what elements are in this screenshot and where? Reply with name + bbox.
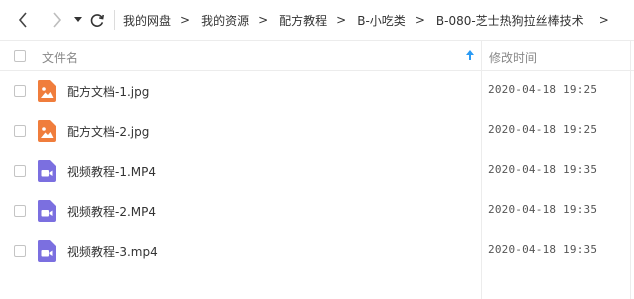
column-header-modified-time[interactable]: 修改时间 [489, 49, 537, 66]
forward-button[interactable] [48, 8, 66, 32]
file-row[interactable]: 配方文档-1.jpg 2020-04-18 19:25 [0, 71, 634, 111]
file-row[interactable]: 视频教程-3.mp4 2020-04-18 19:35 [0, 231, 634, 271]
file-list: 配方文档-1.jpg 2020-04-18 19:25 配方文档-2.jpg 2… [0, 71, 634, 299]
navigation-bar: 我的网盘 > 我的资源 > 配方教程 > B-小吃类 > B-080-芝士热狗拉… [0, 0, 634, 40]
breadcrumb-separator: > [258, 13, 269, 27]
sort-ascending-icon[interactable] [465, 49, 475, 61]
breadcrumb-separator: > [336, 13, 347, 27]
file-modified-time: 2020-04-18 19:35 [488, 203, 598, 216]
file-modified-time: 2020-04-18 19:25 [488, 83, 598, 96]
file-modified-time: 2020-04-18 19:35 [488, 163, 598, 176]
select-all-checkbox[interactable] [14, 50, 26, 62]
file-row[interactable]: 配方文档-2.jpg 2020-04-18 19:25 [0, 111, 634, 151]
file-row[interactable]: 视频教程-1.MP4 2020-04-18 19:35 [0, 151, 634, 191]
history-dropdown-button[interactable] [72, 8, 84, 32]
row-checkbox[interactable] [14, 165, 26, 177]
chevron-right-icon [53, 12, 62, 28]
column-divider[interactable] [481, 41, 482, 71]
breadcrumb: 我的网盘 > 我的资源 > 配方教程 > B-小吃类 > B-080-芝士热狗拉… [123, 12, 609, 29]
refresh-button[interactable] [88, 8, 106, 32]
file-name[interactable]: 视频教程-1.MP4 [67, 163, 156, 180]
back-button[interactable] [14, 8, 32, 32]
file-list-header: 文件名 修改时间 [0, 40, 634, 71]
breadcrumb-item-my-resources[interactable]: 我的资源 [201, 12, 249, 29]
breadcrumb-separator: > [414, 13, 425, 27]
file-modified-time: 2020-04-18 19:35 [488, 243, 598, 256]
refresh-icon [90, 14, 104, 27]
chevron-left-icon [18, 12, 27, 28]
row-checkbox[interactable] [14, 125, 26, 137]
breadcrumb-item-snacks[interactable]: B-小吃类 [357, 12, 406, 29]
column-divider[interactable] [630, 41, 631, 71]
file-name[interactable]: 配方文档-1.jpg [67, 83, 149, 100]
file-modified-time: 2020-04-18 19:25 [488, 123, 598, 136]
breadcrumb-item-my-drive[interactable]: 我的网盘 [123, 12, 171, 29]
video-file-icon [38, 200, 56, 222]
image-file-icon [38, 80, 56, 102]
video-file-icon [38, 240, 56, 262]
row-checkbox[interactable] [14, 205, 26, 217]
file-name[interactable]: 视频教程-2.MP4 [67, 203, 156, 220]
breadcrumb-item-current-folder[interactable]: B-080-芝士热狗拉丝棒技术 [436, 12, 584, 29]
video-file-icon [38, 160, 56, 182]
nav-divider [114, 10, 115, 30]
caret-down-icon [74, 17, 82, 22]
file-row[interactable]: 视频教程-2.MP4 2020-04-18 19:35 [0, 191, 634, 231]
file-name[interactable]: 视频教程-3.mp4 [67, 243, 158, 260]
breadcrumb-item-recipe-tutorials[interactable]: 配方教程 [279, 12, 327, 29]
breadcrumb-expand-arrow[interactable]: > [599, 13, 609, 27]
image-file-icon [38, 120, 56, 142]
row-checkbox[interactable] [14, 85, 26, 97]
row-checkbox[interactable] [14, 245, 26, 257]
column-header-filename[interactable]: 文件名 [42, 49, 78, 66]
breadcrumb-separator: > [180, 13, 191, 27]
file-manager-window: 我的网盘 > 我的资源 > 配方教程 > B-小吃类 > B-080-芝士热狗拉… [0, 0, 634, 299]
file-name[interactable]: 配方文档-2.jpg [67, 123, 149, 140]
